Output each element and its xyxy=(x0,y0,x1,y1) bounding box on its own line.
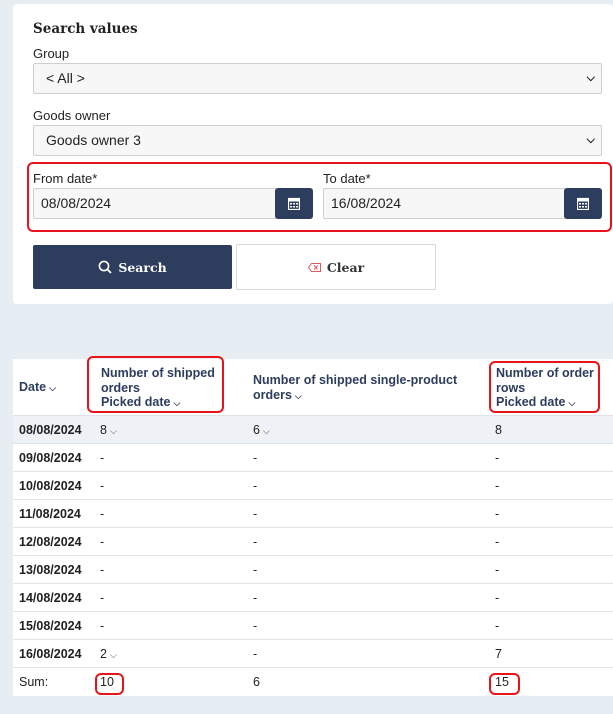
row-shipped-orders[interactable]: 2 ⌵ xyxy=(100,640,117,669)
group-label: Group xyxy=(33,46,70,61)
search-button-label: Search xyxy=(118,259,167,275)
row-shipped-orders: - xyxy=(100,479,105,493)
search-button[interactable]: Search xyxy=(33,245,232,289)
row-single-product-orders[interactable]: 6 ⌵ xyxy=(253,416,270,445)
chevron-down-icon: ⌵ xyxy=(586,134,595,146)
row-single-product-orders: - xyxy=(253,479,258,493)
goods-owner-select[interactable]: Goods owner 3 ⌵ xyxy=(33,125,602,156)
row-order-rows: - xyxy=(495,535,500,549)
results-table: Date ⌵ Number of shipped orders Picked da… xyxy=(13,356,613,696)
order-rows-header-highlight xyxy=(489,361,600,413)
row-single-product-orders: - xyxy=(253,507,258,521)
table-row: 08/08/2024 8 ⌵ 6 ⌵ 8 xyxy=(13,416,613,444)
row-single-product-orders: - xyxy=(253,591,258,605)
table-row: 15/08/2024 - - - xyxy=(13,612,613,640)
row-date: 13/08/2024 xyxy=(19,563,82,577)
row-shipped-orders: - xyxy=(100,619,105,633)
table-row: 16/08/2024 2 ⌵ - 7 xyxy=(13,640,613,668)
row-order-rows: - xyxy=(495,591,500,605)
chevron-down-icon: ⌵ xyxy=(262,426,270,436)
chevron-down-icon: ⌵ xyxy=(294,390,302,401)
row-order-rows: - xyxy=(495,563,500,577)
row-order-rows: - xyxy=(495,451,500,465)
row-date: 12/08/2024 xyxy=(19,535,82,549)
row-date: 10/08/2024 xyxy=(19,479,82,493)
goods-owner-label: Goods owner xyxy=(33,108,111,123)
row-shipped-orders[interactable]: 8 ⌵ xyxy=(100,416,117,445)
row-date: 14/08/2024 xyxy=(19,591,82,605)
row-shipped-orders: - xyxy=(100,563,105,577)
clear-button[interactable]: Clear xyxy=(236,244,436,290)
row-single-product-orders: - xyxy=(253,563,258,577)
row-date: 16/08/2024 xyxy=(19,647,82,661)
to-date-input[interactable]: 16/08/2024 xyxy=(323,188,566,219)
calendar-icon xyxy=(577,197,589,210)
row-order-rows: 7 xyxy=(495,647,502,661)
row-order-rows: 8 xyxy=(495,423,502,437)
sum-shipped-highlight xyxy=(95,673,124,695)
goods-owner-select-value: Goods owner 3 xyxy=(46,132,141,148)
calendar-icon xyxy=(288,197,300,210)
chevron-down-icon: ⌵ xyxy=(49,383,56,393)
row-date: 08/08/2024 xyxy=(19,423,82,437)
table-row: 13/08/2024 - - - xyxy=(13,556,613,584)
chevron-down-icon: ⌵ xyxy=(586,72,595,84)
row-order-rows: - xyxy=(495,619,500,633)
group-select-value: < All > xyxy=(46,70,85,86)
table-row: 09/08/2024 - - - xyxy=(13,444,613,472)
row-date: 11/08/2024 xyxy=(19,507,81,521)
table-row: 14/08/2024 - - - xyxy=(13,584,613,612)
row-shipped-orders: - xyxy=(100,507,105,521)
table-row: 12/08/2024 - - - xyxy=(13,528,613,556)
row-shipped-orders: - xyxy=(100,591,105,605)
sum-rows-highlight xyxy=(489,673,520,695)
to-date-label: To date* xyxy=(323,171,371,186)
table-row: 10/08/2024 - - - xyxy=(13,472,613,500)
shipped-header-highlight xyxy=(87,356,224,413)
row-shipped-orders: - xyxy=(100,535,105,549)
from-date-input[interactable]: 08/08/2024 xyxy=(33,188,277,219)
sum-single: 6 xyxy=(253,675,260,689)
from-date-label: From date* xyxy=(33,171,98,186)
row-single-product-orders: - xyxy=(253,535,258,549)
header-single-product-orders[interactable]: Number of shipped single-product orders ⌵ xyxy=(253,373,457,403)
row-single-product-orders: - xyxy=(253,619,258,633)
sum-label: Sum: xyxy=(19,675,49,689)
search-panel: Search values Group < All > ⌵ Goods owne… xyxy=(13,4,613,304)
search-panel-title: Search values xyxy=(33,21,138,37)
row-order-rows: - xyxy=(495,507,500,521)
group-select[interactable]: < All > ⌵ xyxy=(33,63,602,94)
table-row: 11/08/2024 - - - xyxy=(13,500,613,528)
row-date: 09/08/2024 xyxy=(19,451,82,465)
chevron-down-icon: ⌵ xyxy=(109,650,117,660)
row-single-product-orders: - xyxy=(253,647,258,661)
to-date-calendar-button[interactable] xyxy=(564,188,602,219)
chevron-down-icon: ⌵ xyxy=(109,426,117,436)
row-single-product-orders: - xyxy=(253,451,258,465)
header-date[interactable]: Date ⌵ xyxy=(19,380,56,396)
row-shipped-orders: - xyxy=(100,451,105,465)
from-date-calendar-button[interactable] xyxy=(275,188,313,219)
clear-button-label: Clear xyxy=(326,259,365,275)
row-date: 15/08/2024 xyxy=(19,619,82,633)
search-icon xyxy=(98,260,112,274)
backspace-icon xyxy=(307,262,321,272)
row-order-rows: - xyxy=(495,479,500,493)
